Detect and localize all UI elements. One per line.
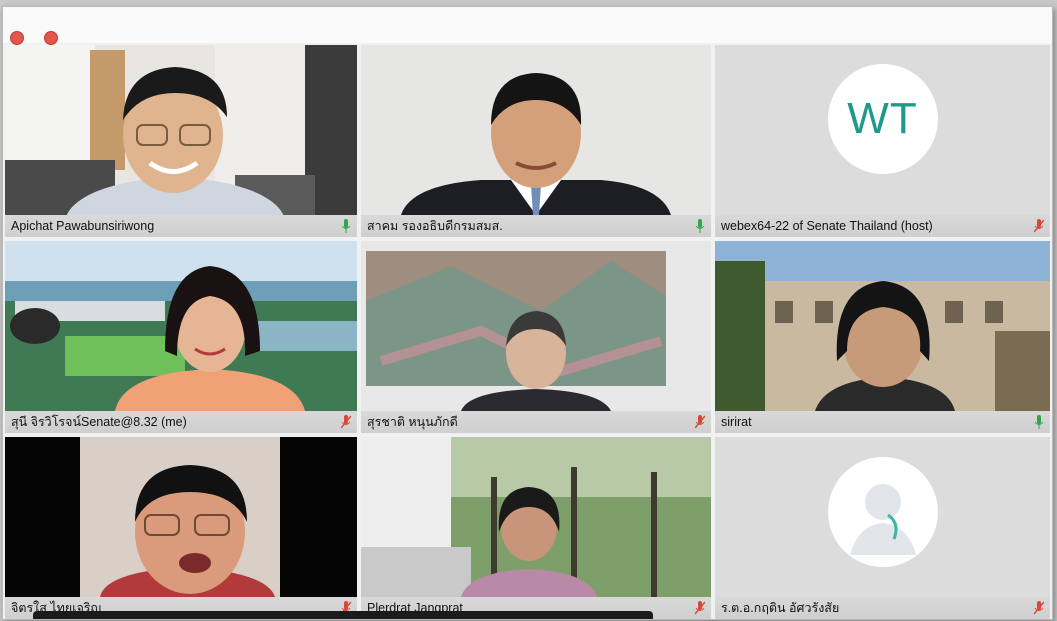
muted-microphone-icon: [341, 415, 351, 429]
participant-tile[interactable]: Apichat Pawabunsiriwong: [5, 45, 357, 237]
participant-tile[interactable]: ร.ต.อ.กฤติน อัศวรังสัย: [715, 437, 1050, 619]
microphone-icon: [695, 219, 705, 233]
participant-name-bar: สุรชาติ หนุนภักดี: [361, 411, 711, 433]
participant-name: สุรชาติ หนุนภักดี: [367, 415, 458, 429]
participant-name-bar: ร.ต.อ.กฤติน อัศวรังสัย: [715, 597, 1050, 619]
meeting-control-bar[interactable]: [33, 611, 653, 619]
participant-name-bar: Apichat Pawabunsiriwong: [5, 215, 357, 237]
title-bar: [3, 7, 1052, 45]
muted-microphone-icon: [1034, 219, 1044, 233]
meeting-window: Apichat Pawabunsiriwong สาคม รองอธิบดีกร…: [2, 6, 1053, 620]
participant-tile[interactable]: sirirat: [715, 241, 1050, 433]
muted-microphone-icon: [1034, 601, 1044, 615]
participant-tile[interactable]: WT webex64-22 of Senate Thailand (host): [715, 45, 1050, 237]
participant-video: [715, 241, 1050, 411]
participant-tile[interactable]: สุรชาติ หนุนภักดี: [361, 241, 711, 433]
participant-placeholder: [715, 437, 1050, 597]
participant-name: สุนี จิรวิโรจน์Senate@8.32 (me): [11, 415, 187, 429]
participant-name-bar: sirirat: [715, 411, 1050, 433]
muted-microphone-icon: [695, 601, 705, 615]
participant-video: [5, 241, 357, 411]
muted-microphone-icon: [695, 415, 705, 429]
participant-name: webex64-22 of Senate Thailand (host): [721, 219, 933, 233]
participant-name-bar: สาคม รองอธิบดีกรมสมส.: [361, 215, 711, 237]
participant-tile[interactable]: Plerdrat Jangprat: [361, 437, 711, 619]
close-window-button[interactable]: [10, 31, 24, 45]
participant-video: [361, 437, 711, 597]
participant-video: [5, 437, 357, 597]
participant-video: [5, 45, 357, 215]
participant-initials-avatar: WT: [827, 64, 938, 174]
participant-name: Apichat Pawabunsiriwong: [11, 219, 155, 233]
microphone-icon: [341, 219, 351, 233]
default-avatar-icon: [827, 457, 938, 567]
minimize-window-button[interactable]: [44, 31, 58, 45]
participant-name: ร.ต.อ.กฤติน อัศวรังสัย: [721, 601, 840, 615]
participant-placeholder: WT: [715, 45, 1050, 215]
participant-tile[interactable]: สุนี จิรวิโรจน์Senate@8.32 (me): [5, 241, 357, 433]
microphone-icon: [1034, 415, 1044, 429]
participant-name: สาคม รองอธิบดีกรมสมส.: [367, 219, 503, 233]
participant-video: [361, 241, 711, 411]
participant-video: [361, 45, 711, 215]
participant-tile[interactable]: จิตรใส ไทยเจริญ: [5, 437, 357, 619]
participant-name-bar: webex64-22 of Senate Thailand (host): [715, 215, 1050, 237]
participant-tile[interactable]: สาคม รองอธิบดีกรมสมส.: [361, 45, 711, 237]
participant-name: sirirat: [721, 415, 752, 429]
participant-name-bar: สุนี จิรวิโรจน์Senate@8.32 (me): [5, 411, 357, 433]
